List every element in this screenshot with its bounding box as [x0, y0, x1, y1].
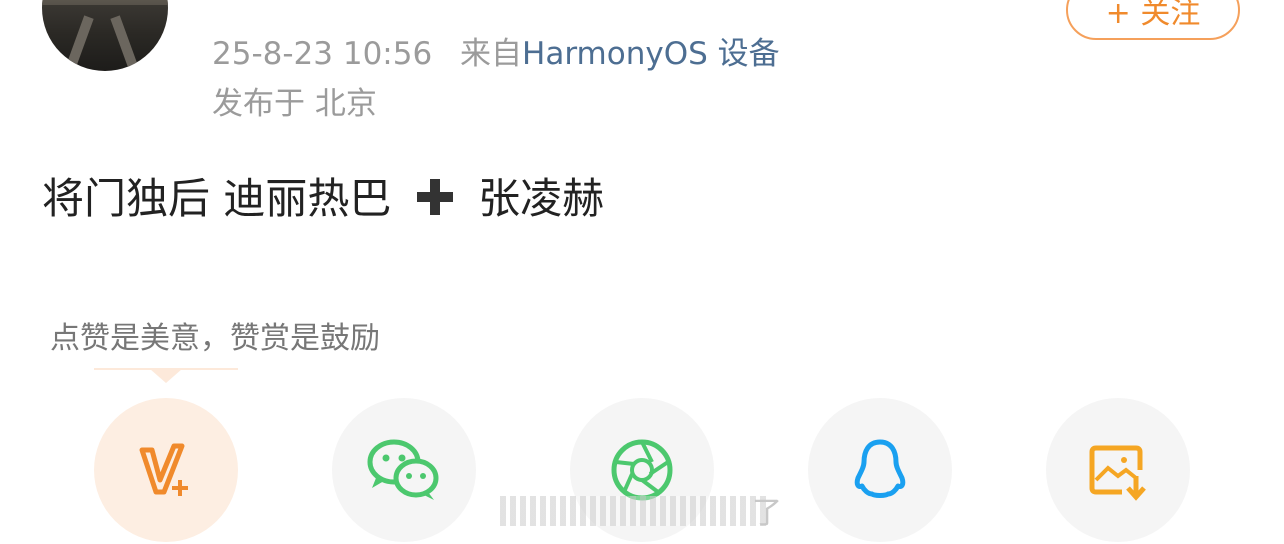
post-time: 25-8-23 10:56: [212, 36, 433, 72]
save-image-icon: [1089, 445, 1146, 501]
vip-reward-button[interactable]: [94, 398, 238, 542]
qq-penguin-icon: [854, 439, 906, 498]
share-wechat-button[interactable]: [332, 398, 476, 542]
watermark-bar: [500, 496, 770, 526]
source-prefix: 来自: [460, 36, 523, 72]
follow-button[interactable]: + 关注: [1066, 0, 1240, 40]
plus-icon: [413, 175, 457, 229]
post-meta: 25-8-23 10:56 来自HarmonyOS 设备: [212, 28, 780, 73]
user-avatar[interactable]: [42, 0, 168, 71]
save-image-button[interactable]: [1046, 398, 1190, 542]
watermark-char: 了: [752, 496, 782, 531]
source-link[interactable]: HarmonyOS 设备: [522, 36, 780, 72]
wechat-icon: [367, 439, 439, 500]
vip-plus-icon: [139, 443, 188, 496]
reward-hint: 点赞是美意，赞赏是鼓励: [50, 321, 380, 356]
hint-pointer: [150, 369, 182, 383]
post-content: 将门独后 迪丽热巴 张凌赫: [42, 165, 604, 229]
post-text-part1: 将门独后 迪丽热巴: [42, 174, 392, 223]
share-qq-button[interactable]: [808, 398, 952, 542]
post-text-part2: 张凌赫: [478, 174, 605, 223]
post-location: 发布于 北京: [212, 86, 377, 122]
